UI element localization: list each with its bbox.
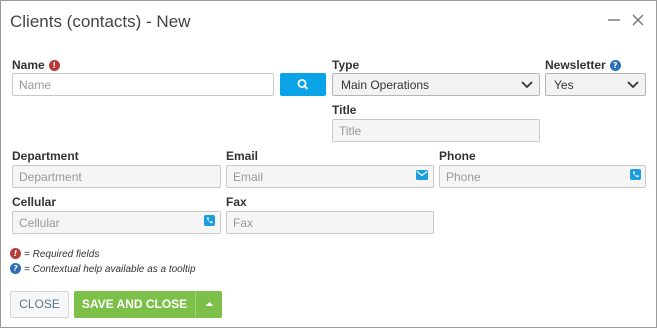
chevron-down-icon: [627, 81, 639, 89]
minimize-icon[interactable]: [605, 11, 623, 29]
envelope-icon: [416, 170, 428, 180]
cellular-placeholder: Cellular: [19, 216, 60, 230]
help-icon: ?: [10, 263, 21, 274]
cellular-label: Cellular: [12, 195, 57, 209]
title-label: Title: [332, 103, 357, 117]
phone-placeholder: Phone: [446, 170, 481, 184]
phone-icon: [630, 169, 641, 180]
cellular-input[interactable]: Cellular: [12, 211, 221, 234]
save-options-button[interactable]: [195, 291, 222, 318]
help-icon[interactable]: ?: [609, 60, 621, 71]
phone-input[interactable]: Phone: [439, 165, 646, 188]
newsletter-select-value: Yes: [554, 78, 574, 92]
fax-input[interactable]: Fax: [226, 211, 434, 234]
fax-label: Fax: [226, 195, 247, 209]
title-bar: Clients (contacts) - New: [1, 1, 656, 41]
phone-label: Phone: [439, 149, 476, 163]
newsletter-label: Newsletter?: [545, 58, 621, 72]
caret-up-icon: [205, 302, 214, 306]
required-icon: !: [10, 248, 21, 259]
email-placeholder: Email: [233, 170, 264, 184]
search-button[interactable]: [280, 73, 326, 96]
close-icon[interactable]: [629, 11, 647, 29]
save-and-close-button[interactable]: SAVE AND CLOSE: [74, 291, 195, 318]
email-input[interactable]: Email: [226, 165, 434, 188]
department-input[interactable]: Department: [12, 165, 221, 188]
title-input[interactable]: Title: [332, 119, 540, 142]
type-select[interactable]: Main Operations: [332, 73, 540, 96]
name-label: Name!: [12, 58, 60, 72]
newsletter-select[interactable]: Yes: [545, 73, 646, 96]
legend-required: ! = Required fields: [10, 248, 99, 260]
phone-icon: [204, 215, 215, 226]
name-input[interactable]: Name: [12, 73, 274, 96]
type-label: Type: [332, 58, 360, 72]
dialog-title: Clients (contacts) - New: [10, 12, 191, 31]
dialog-window: Clients (contacts) - New Name! Name Type…: [0, 0, 657, 328]
search-icon: [297, 79, 309, 90]
department-label: Department: [12, 149, 79, 163]
close-button[interactable]: CLOSE: [10, 291, 69, 318]
legend-help: ? = Contextual help available as a toolti…: [10, 263, 196, 275]
email-label: Email: [226, 149, 259, 163]
type-select-value: Main Operations: [341, 78, 430, 92]
chevron-down-icon: [521, 81, 533, 89]
required-icon: !: [48, 60, 60, 71]
